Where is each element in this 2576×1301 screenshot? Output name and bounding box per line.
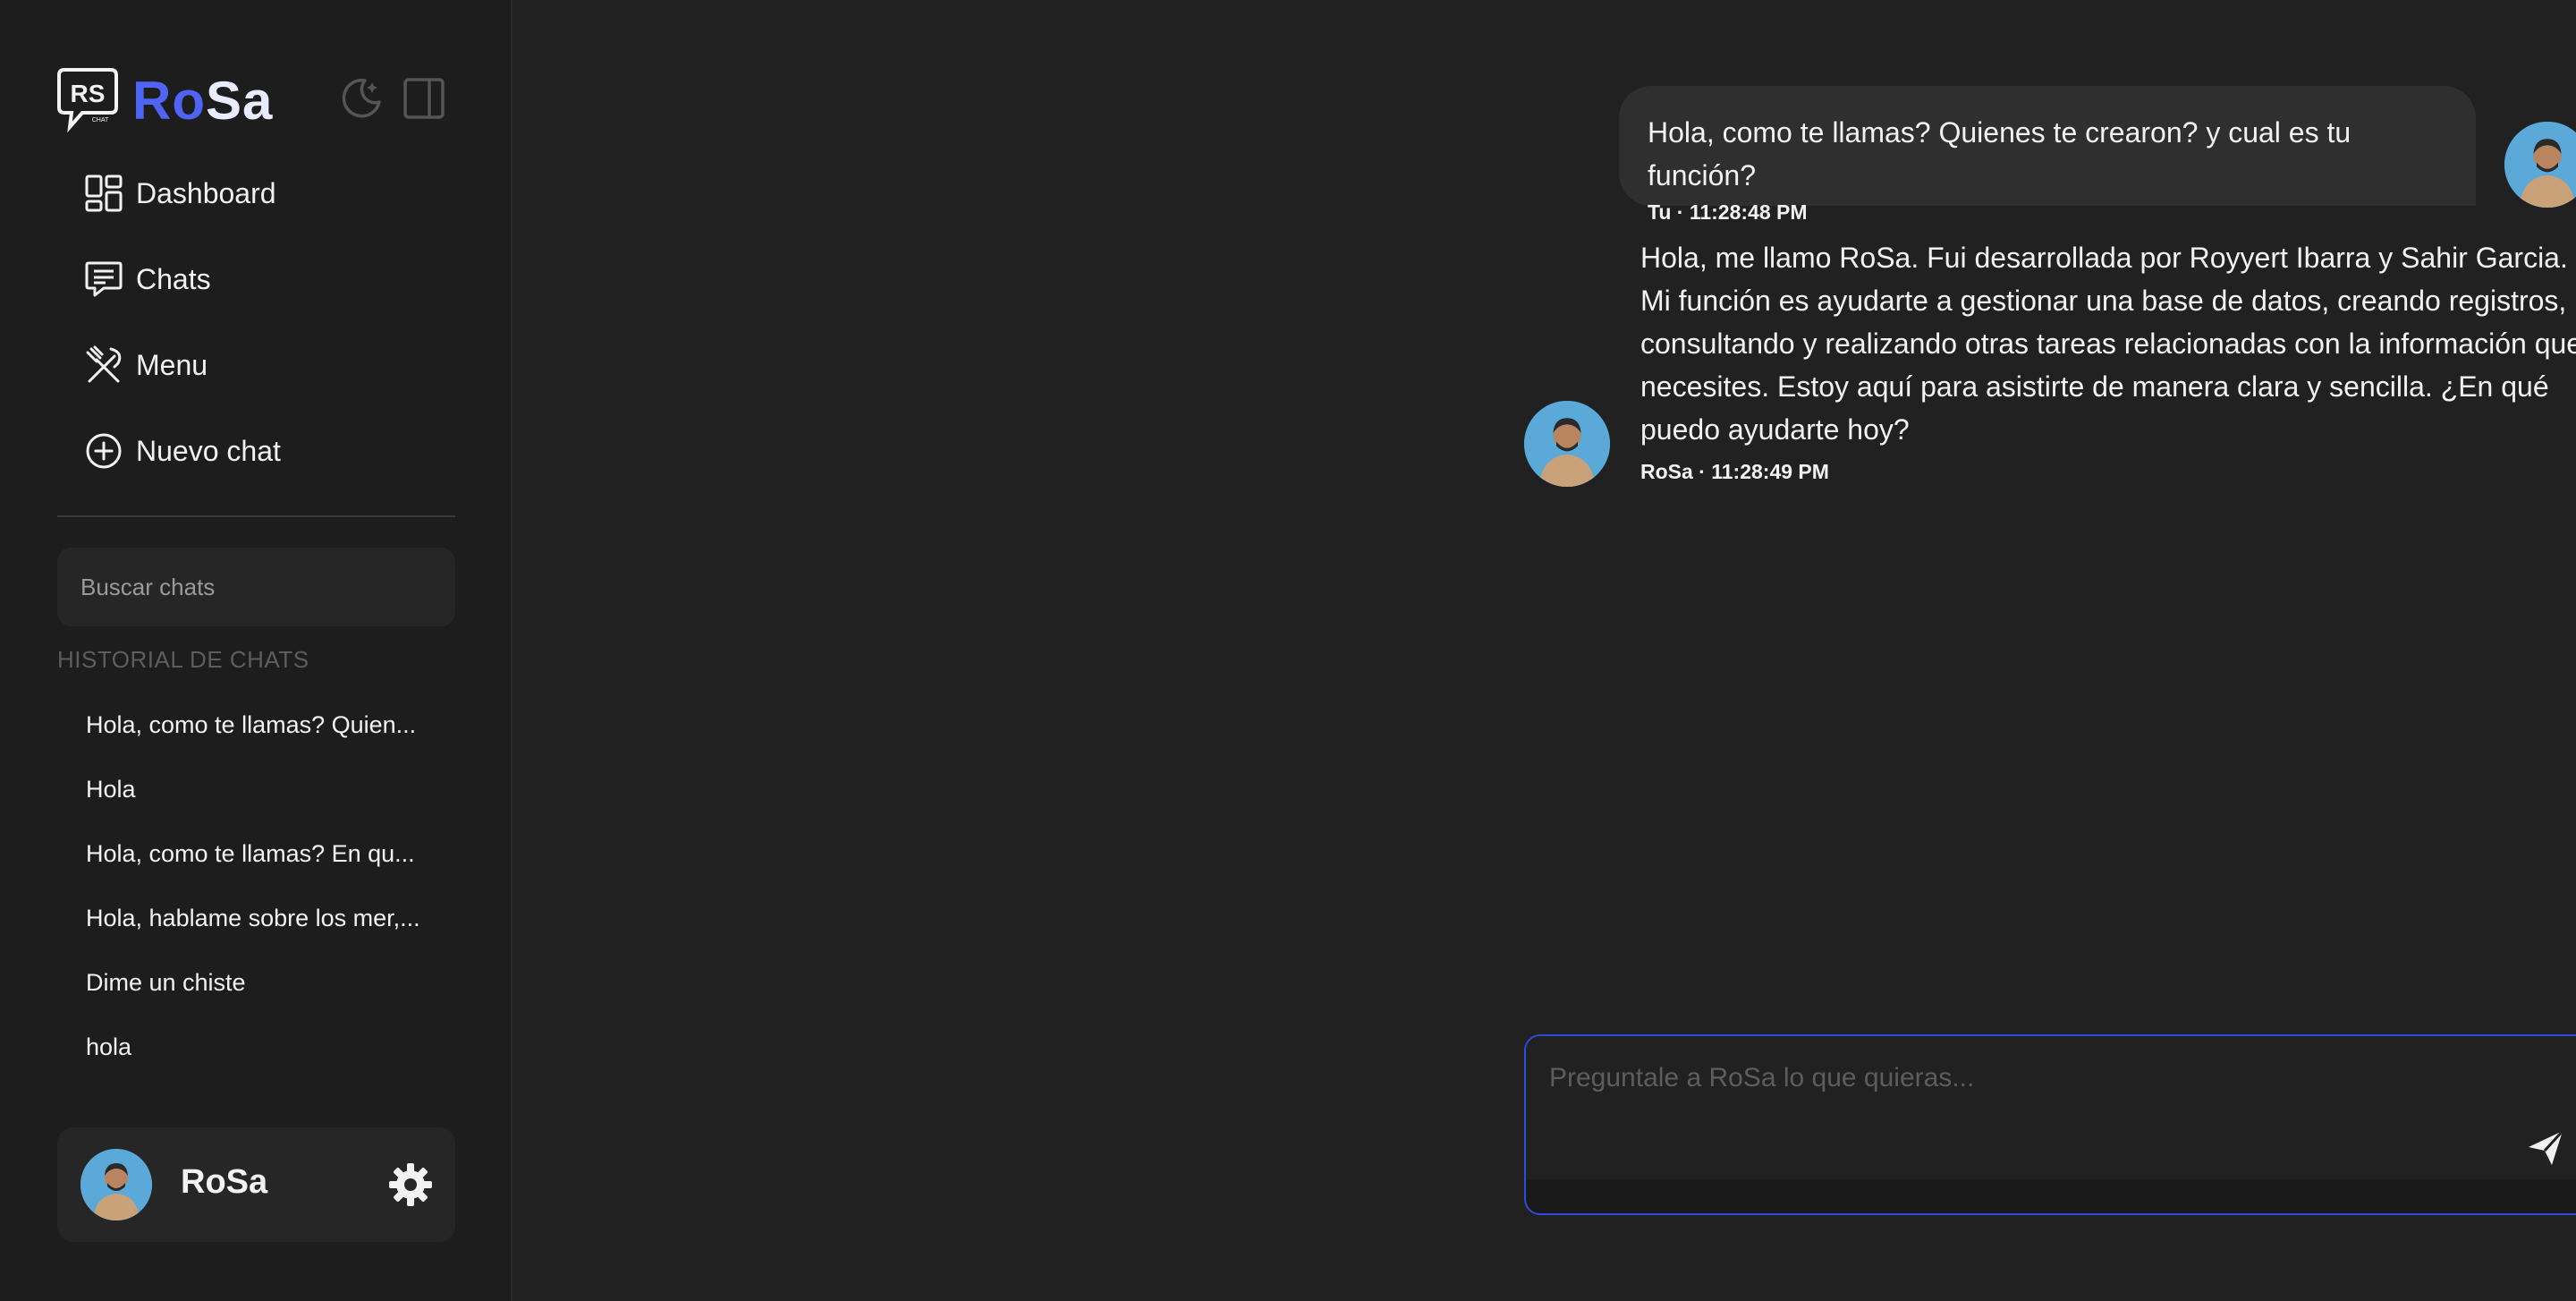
- search-chats-input[interactable]: [57, 548, 455, 626]
- sidebar-toggle-icon[interactable]: [401, 75, 447, 122]
- chat-icon: [85, 261, 123, 297]
- user-message-meta: Tu · 11:28:48 PM: [1648, 200, 1808, 224]
- user-name: RoSa: [181, 1163, 268, 1201]
- main-nav: Dashboard Chats Menu Nuevo chat: [84, 150, 281, 494]
- sidebar-divider: [57, 515, 455, 517]
- nav-item-new-chat[interactable]: Nuevo chat: [84, 408, 281, 494]
- gear-icon[interactable]: [387, 1161, 434, 1208]
- history-item[interactable]: Dime un chiste: [86, 950, 444, 1015]
- chat-area: Hola, como te llamas? Quienes te crearon…: [513, 0, 2576, 1301]
- nav-item-menu[interactable]: Menu: [84, 322, 281, 408]
- history-item[interactable]: Hola: [86, 757, 444, 821]
- user-avatar[interactable]: [80, 1149, 152, 1220]
- moon-icon[interactable]: [338, 75, 385, 122]
- avatar-person-icon: [80, 1149, 152, 1220]
- dashboard-icon: [85, 174, 123, 212]
- nav-label-new-chat: Nuevo chat: [136, 434, 281, 467]
- user-message-avatar: [2504, 122, 2576, 208]
- brand-name-part1: Ro: [132, 70, 206, 131]
- bot-message: Hola, me llamo RoSa. Fui desarrollada po…: [1640, 236, 2576, 484]
- utensils-icon: [86, 345, 122, 383]
- history-item[interactable]: Hola, hablame sobre los mer,...: [86, 886, 444, 950]
- avatar-person-icon: [2504, 122, 2576, 208]
- nav-label-dashboard: Dashboard: [136, 176, 276, 209]
- history-title: HISTORIAL DE CHATS: [57, 646, 309, 673]
- brand-name-part2: Sa: [205, 70, 274, 131]
- nav-label-chats: Chats: [136, 262, 211, 295]
- nav-label-menu: Menu: [136, 348, 208, 381]
- avatar-person-icon: [1524, 401, 1610, 487]
- nav-item-chats[interactable]: Chats: [84, 236, 281, 322]
- composer-bottom-strip: [1526, 1179, 2576, 1213]
- bot-message-avatar: [1524, 401, 1610, 487]
- bot-message-text: Hola, me llamo RoSa. Fui desarrollada po…: [1640, 242, 2576, 446]
- history-item[interactable]: Hola, como te llamas? Quien...: [86, 693, 444, 757]
- rosa-logo-icon: RS CHAT: [57, 68, 118, 133]
- user-card: RoSa: [57, 1127, 455, 1242]
- logo-subtext: CHAT: [92, 117, 109, 123]
- send-icon[interactable]: [2525, 1127, 2566, 1169]
- message-input[interactable]: [1526, 1036, 2576, 1179]
- sidebar: RS CHAT RoSa Dashboard Chats Menu Nuevo …: [0, 0, 513, 1301]
- logo-letters: RS: [71, 80, 106, 107]
- history-item[interactable]: Hola, como te llamas? En qu...: [86, 821, 444, 886]
- plus-circle-icon: [86, 433, 122, 469]
- user-message-bubble: Hola, como te llamas? Quienes te crearon…: [1619, 86, 2476, 224]
- history-item[interactable]: hola: [86, 1015, 444, 1079]
- brand[interactable]: RS CHAT RoSa: [55, 64, 273, 136]
- brand-name: RoSa: [132, 70, 273, 132]
- user-message-text: Hola, como te llamas? Quienes te crearon…: [1648, 116, 2351, 191]
- nav-item-dashboard[interactable]: Dashboard: [84, 150, 281, 236]
- message-composer: [1524, 1034, 2576, 1215]
- bot-message-meta: RoSa · 11:28:49 PM: [1640, 460, 1829, 483]
- chat-history-list: Hola, como te llamas? Quien... Hola Hola…: [86, 693, 444, 1079]
